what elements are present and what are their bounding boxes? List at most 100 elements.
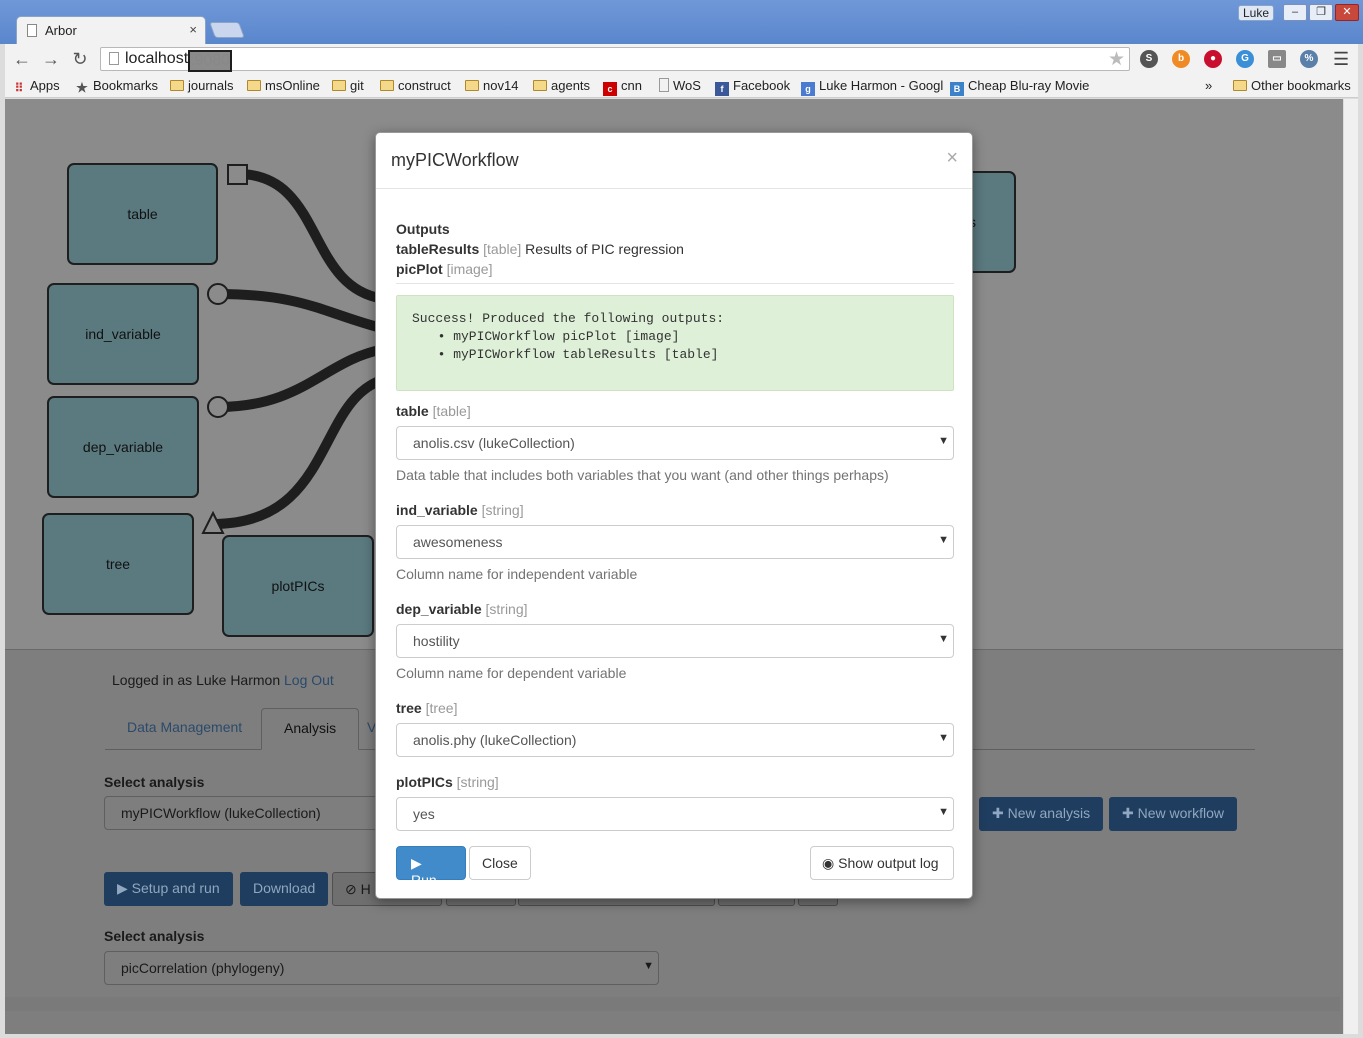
- table-select[interactable]: anolis.csv (lukeCollection) ▼: [396, 426, 954, 460]
- bookmarks-overflow[interactable]: »: [1205, 78, 1212, 93]
- bookmarks-bar: ⠿ Apps ★ Bookmarks journals msOnline git c…: [5, 74, 1358, 98]
- cast-icon[interactable]: ▭: [1268, 50, 1286, 68]
- caret-down-icon: ▼: [938, 633, 949, 645]
- bookmark-item[interactable]: f Facebook: [715, 78, 790, 96]
- blog-icon: B: [950, 82, 964, 96]
- outputs-heading: Outputs: [396, 221, 450, 237]
- bookmark-apps[interactable]: ⠿ Apps: [12, 78, 60, 95]
- tree-select[interactable]: anolis.phy (lukeCollection) ▼: [396, 723, 954, 757]
- bookmark-item[interactable]: c cnn: [603, 78, 642, 96]
- node-tree[interactable]: tree: [42, 513, 194, 615]
- url-host: localhost: [125, 50, 189, 67]
- node-plotpics[interactable]: plotPICs: [222, 535, 374, 637]
- select-analysis-label: Select analysis: [104, 774, 205, 790]
- ind-variable-select[interactable]: awesomeness ▼: [396, 525, 954, 559]
- other-bookmarks[interactable]: Other bookmarks: [1233, 78, 1351, 93]
- tab-data-management[interactable]: Data Management: [105, 708, 264, 750]
- browser-tab[interactable]: Arbor ×: [16, 16, 206, 44]
- bookmark-folder[interactable]: msOnline: [247, 78, 320, 93]
- bookmark-folder[interactable]: nov14: [465, 78, 518, 93]
- plotpics-select[interactable]: yes ▼: [396, 797, 954, 831]
- maximize-button[interactable]: ❐: [1309, 4, 1333, 21]
- run-button[interactable]: ▶ Run: [396, 846, 466, 888]
- menu-icon[interactable]: ☰: [1333, 49, 1349, 70]
- facebook-icon: f: [715, 82, 729, 96]
- folder-icon: [465, 80, 479, 91]
- bookmark-item[interactable]: B Cheap Blu-ray Movie: [950, 78, 1089, 96]
- bookmark-folder[interactable]: agents: [533, 78, 590, 93]
- success-message: Success! Produced the following outputs:…: [396, 295, 954, 391]
- bookmark-folder[interactable]: construct: [380, 78, 451, 93]
- minimize-button[interactable]: –: [1283, 4, 1307, 21]
- star-icon: ★: [76, 80, 88, 95]
- connection-ind-variable: [217, 289, 387, 334]
- modal-close-icon[interactable]: ×: [946, 147, 958, 170]
- node-dep-variable[interactable]: dep_variable: [47, 396, 199, 498]
- bookmark-folder[interactable]: git: [332, 78, 364, 93]
- select-analysis-label-2: Select analysis: [104, 928, 205, 944]
- output-table-results: tableResults [table] Results of PIC regr…: [396, 241, 684, 257]
- caret-down-icon: ▼: [938, 534, 949, 546]
- extension-ghost-icon[interactable]: G: [1236, 50, 1254, 68]
- connection-tree: [212, 374, 387, 529]
- bookmark-item[interactable]: ★ Bookmarks: [75, 78, 158, 95]
- new-tab-button[interactable]: [209, 22, 245, 38]
- dep-variable-select[interactable]: hostility ▼: [396, 624, 954, 658]
- folder-icon: [380, 80, 394, 91]
- new-analysis-button[interactable]: ✚ New analysis: [979, 797, 1104, 831]
- tab-title: Arbor: [45, 23, 77, 38]
- output-port-square[interactable]: [227, 164, 248, 185]
- page-icon: [27, 24, 37, 37]
- run-analysis-modal: myPICWorkflow × Outputs tableResults [ta…: [375, 132, 973, 899]
- login-status: Logged in as Luke Harmon Log Out: [112, 672, 334, 688]
- ind-variable-help: Column name for independent variable: [396, 566, 638, 582]
- setup-run-button[interactable]: ▶ Setup and run: [104, 872, 233, 906]
- table-help: Data table that includes both variables …: [396, 467, 889, 483]
- folder-icon: [170, 80, 184, 91]
- show-output-log-button[interactable]: ◉ Show output log: [810, 846, 954, 880]
- extension-b-icon[interactable]: b: [1172, 50, 1190, 68]
- logout-link[interactable]: Log Out: [284, 672, 334, 688]
- play-icon: ▶: [411, 855, 422, 871]
- page-icon: [109, 52, 119, 65]
- folder-icon: [533, 80, 547, 91]
- reload-icon[interactable]: ↻: [69, 48, 91, 70]
- bookmark-folder[interactable]: journals: [170, 78, 234, 93]
- input-label-plotpics: plotPICs [string]: [396, 774, 499, 790]
- output-port-circle[interactable]: [207, 396, 229, 418]
- output-port-triangle[interactable]: [201, 511, 225, 535]
- extension-s-icon[interactable]: S: [1140, 50, 1158, 68]
- caret-down-icon: ▼: [643, 960, 654, 972]
- close-tab-icon[interactable]: ×: [189, 22, 197, 37]
- back-icon[interactable]: ←: [11, 48, 33, 70]
- cnn-icon: c: [603, 82, 617, 96]
- forward-icon[interactable]: →: [40, 48, 62, 70]
- download-button[interactable]: Download: [240, 872, 329, 906]
- node-table[interactable]: table: [67, 163, 218, 265]
- horizontal-scrollbar[interactable]: [5, 997, 1340, 1011]
- input-label-ind-variable: ind_variable [string]: [396, 502, 524, 518]
- extension-shield-icon[interactable]: %: [1300, 50, 1318, 68]
- url-port: :9080: [188, 50, 233, 72]
- profile-button[interactable]: Luke: [1238, 5, 1274, 21]
- output-pic-plot: picPlot [image]: [396, 261, 493, 277]
- output-port-circle[interactable]: [207, 283, 229, 305]
- close-button[interactable]: Close: [469, 846, 531, 880]
- caret-down-icon: ▼: [938, 806, 949, 818]
- address-bar[interactable]: localhost:9080 ★: [100, 47, 1130, 72]
- eye-icon: ◉: [822, 855, 839, 871]
- new-workflow-button[interactable]: ✚ New workflow: [1109, 797, 1237, 831]
- bookmark-item[interactable]: g Luke Harmon - Googl: [801, 78, 943, 96]
- plus-icon: ✚: [1122, 805, 1138, 821]
- analysis-select[interactable]: myPICWorkflow (lukeCollection): [104, 796, 404, 830]
- bookmark-star-icon[interactable]: ★: [1108, 48, 1125, 71]
- analysis-select-2[interactable]: picCorrelation (phylogeny) ▼: [104, 951, 659, 985]
- extension-stop-icon[interactable]: ●: [1204, 50, 1222, 68]
- bookmark-item[interactable]: WoS: [659, 78, 701, 93]
- caret-down-icon: ▼: [938, 732, 949, 744]
- node-ind-variable[interactable]: ind_variable: [47, 283, 199, 385]
- input-label-table: table [table]: [396, 403, 471, 419]
- vertical-scrollbar[interactable]: [1343, 99, 1358, 1034]
- modal-title: myPICWorkflow: [391, 150, 519, 170]
- close-window-button[interactable]: ✕: [1335, 4, 1359, 21]
